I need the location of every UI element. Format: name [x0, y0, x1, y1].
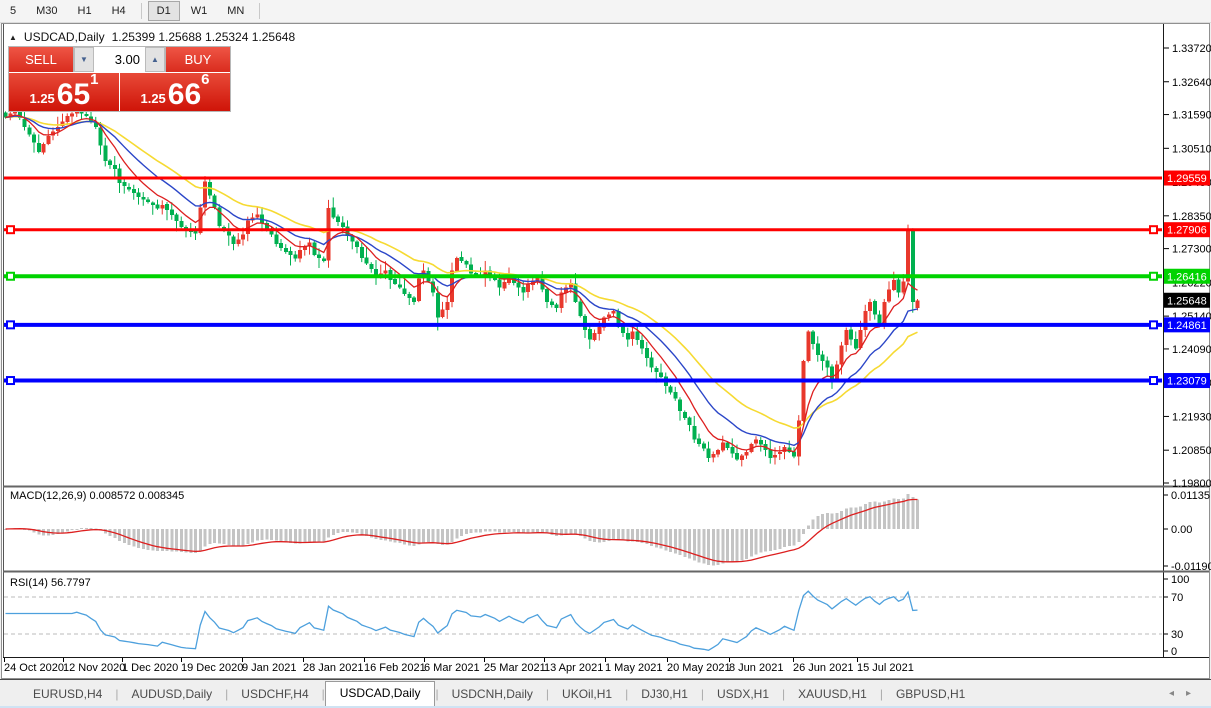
sell-price-pip: 1 — [90, 71, 99, 88]
toolbar-separator — [140, 3, 142, 19]
buy-price-big: 66 — [167, 78, 202, 111]
time-axis-label: 12 Nov 2020 — [63, 662, 125, 674]
buy-button[interactable]: BUY — [166, 47, 230, 72]
sell-price-panel[interactable]: 1.25 65 1 — [9, 71, 119, 111]
svg-text:1.26416: 1.26416 — [1167, 271, 1207, 283]
svg-text:1.25648: 1.25648 — [1167, 295, 1207, 307]
tab-xauusd-h1[interactable]: XAUUSD,H1 — [785, 683, 880, 706]
tab-scroll-left-icon[interactable]: ◂ — [1169, 688, 1186, 699]
svg-text:70: 70 — [1171, 592, 1183, 604]
macd-indicator-label: MACD(12,26,9) 0.008572 0.008345 — [10, 490, 185, 502]
svg-text:30: 30 — [1171, 629, 1183, 641]
svg-text:1.27906: 1.27906 — [1167, 225, 1207, 237]
svg-text:1.31590: 1.31590 — [1172, 110, 1211, 122]
svg-text:1.30510: 1.30510 — [1172, 143, 1211, 155]
volume-increase-button[interactable]: ▲ — [145, 47, 165, 72]
chart-quote-ohlc: 1.25399 1.25688 1.25324 1.25648 — [111, 30, 296, 44]
time-axis-label: 20 May 2021 — [667, 662, 731, 674]
svg-text:0.00: 0.00 — [1171, 524, 1192, 536]
svg-text:1.27300: 1.27300 — [1172, 244, 1211, 256]
time-axis-label: 19 Dec 2020 — [181, 662, 243, 674]
time-axis-label: 6 Mar 2021 — [424, 662, 480, 674]
svg-text:1.28350: 1.28350 — [1172, 211, 1211, 223]
svg-text:1.21930: 1.21930 — [1172, 411, 1211, 423]
tab-eurusd-h4[interactable]: EURUSD,H4 — [20, 683, 115, 706]
collapse-panel-icon[interactable]: ▲ — [9, 33, 17, 42]
timeframe-button-5[interactable]: 5 — [1, 1, 25, 21]
svg-text:1.29559: 1.29559 — [1167, 173, 1207, 185]
svg-text:1.33720: 1.33720 — [1172, 43, 1211, 55]
one-click-trading-panel: SELL ▼ ▲ BUY 1.25 65 1 1.25 66 6 — [8, 46, 231, 112]
sell-price-big: 65 — [56, 78, 91, 111]
svg-text:100: 100 — [1171, 574, 1189, 586]
time-axis-label: 15 Jul 2021 — [857, 662, 914, 674]
time-axis-label: 1 May 2021 — [605, 662, 662, 674]
tab-audusd-daily[interactable]: AUDUSD,Daily — [118, 683, 225, 706]
timeframe-button-M30[interactable]: M30 — [27, 1, 66, 21]
tab-usdcnh-daily[interactable]: USDCNH,Daily — [439, 683, 546, 706]
svg-text:1.23079: 1.23079 — [1167, 376, 1207, 388]
svg-text:1.24090: 1.24090 — [1172, 344, 1211, 356]
toolbar-separator — [259, 3, 261, 19]
buy-price-pip: 6 — [201, 71, 210, 88]
time-axis-label: 16 Feb 2021 — [364, 662, 426, 674]
time-axis-label: 9 Jan 2021 — [242, 662, 296, 674]
time-axis-label: 13 Apr 2021 — [544, 662, 603, 674]
tab-ukoil-h1[interactable]: UKOil,H1 — [549, 683, 625, 706]
svg-text:0.01135: 0.01135 — [1171, 490, 1210, 502]
svg-text:1.32640: 1.32640 — [1172, 77, 1211, 89]
time-axis-label: 24 Oct 2020 — [4, 662, 64, 674]
buy-price-prefix: 1.25 — [140, 91, 166, 106]
volume-spinner: ▼ ▲ — [73, 47, 166, 72]
timeframe-button-D1[interactable]: D1 — [147, 1, 180, 21]
svg-text:1.20850: 1.20850 — [1172, 445, 1211, 457]
timeframe-button-MN[interactable]: MN — [218, 1, 253, 21]
chart-tab-bar: EURUSD,H4 | AUDUSD,Daily | USDCHF,H4 | USDCAD,… — [0, 679, 1211, 706]
tab-scroll-arrows: ◂▸ — [1169, 688, 1203, 699]
time-axis-label: 8 Jun 2021 — [729, 662, 783, 674]
buy-price-panel[interactable]: 1.25 66 6 — [120, 71, 230, 111]
tab-dj30-h1[interactable]: DJ30,H1 — [628, 683, 701, 706]
tab-usdx-h1[interactable]: USDX,H1 — [704, 683, 782, 706]
timeframe-toolbar: 5 M30 H1 H4 D1 W1 MN — [0, 0, 1211, 23]
time-axis-label: 26 Jun 2021 — [793, 662, 854, 674]
sell-price-prefix: 1.25 — [29, 91, 55, 106]
time-axis-label: 1 Dec 2020 — [122, 662, 178, 674]
mt4-window: 1.337201.326401.315901.305101.294301.283… — [0, 0, 1211, 708]
sell-button[interactable]: SELL — [9, 47, 73, 72]
svg-text:1.19800: 1.19800 — [1172, 478, 1211, 490]
svg-text:-0.011904: -0.011904 — [1171, 561, 1211, 573]
volume-input[interactable] — [94, 47, 145, 72]
svg-text:0: 0 — [1171, 646, 1177, 658]
timeframe-button-H4[interactable]: H4 — [103, 1, 135, 21]
time-axis-label: 28 Jan 2021 — [303, 662, 364, 674]
timeframe-button-H1[interactable]: H1 — [69, 1, 101, 21]
tab-usdchf-h4[interactable]: USDCHF,H4 — [228, 683, 321, 706]
tab-usdcad-daily[interactable]: USDCAD,Daily — [324, 681, 436, 706]
timeframe-button-W1[interactable]: W1 — [182, 1, 217, 21]
volume-decrease-button[interactable]: ▼ — [74, 47, 94, 72]
chart-header: ▲ USDCAD,Daily 1.25399 1.25688 1.25324 1… — [9, 30, 295, 44]
svg-text:1.24861: 1.24861 — [1167, 320, 1207, 332]
tab-gbpusd-h1[interactable]: GBPUSD,H1 — [883, 683, 978, 706]
rsi-indicator-label: RSI(14) 56.7797 — [10, 577, 91, 589]
chart-symbol-label: USDCAD,Daily — [23, 30, 105, 44]
tab-scroll-right-icon[interactable]: ▸ — [1186, 688, 1203, 699]
time-axis-label: 25 Mar 2021 — [484, 662, 546, 674]
